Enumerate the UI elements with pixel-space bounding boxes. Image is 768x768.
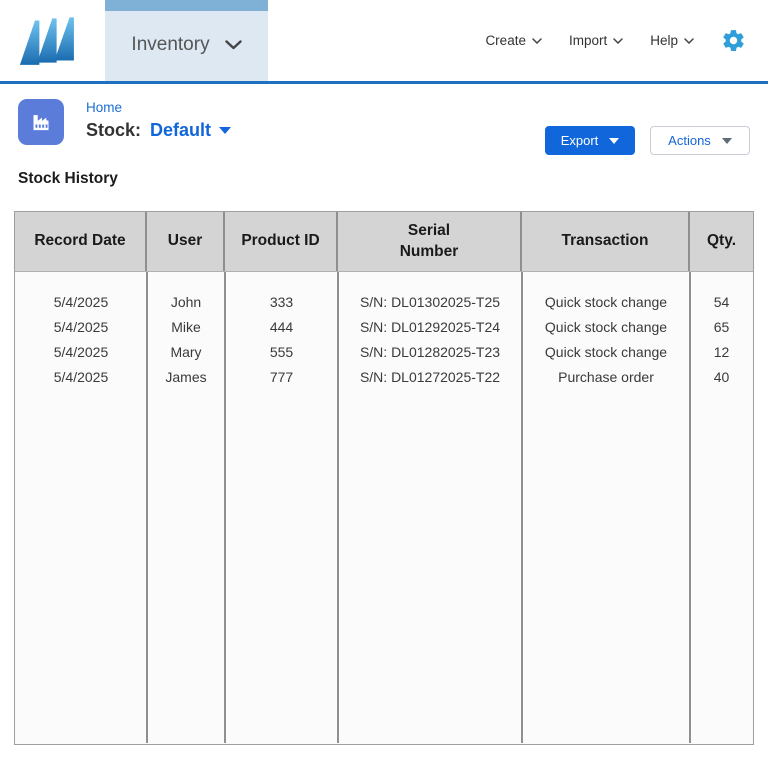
- page-title: Stock History: [18, 170, 118, 187]
- table-row[interactable]: 5/4/2025 John 333 S/N: DL01302025-T25 Qu…: [15, 289, 753, 314]
- cell-transaction: Quick stock change: [544, 293, 668, 310]
- tab-inventory[interactable]: Inventory: [105, 0, 268, 81]
- cell-record-date: 5/4/2025: [53, 368, 109, 385]
- cell-transaction: Purchase order: [558, 368, 654, 385]
- menu-import[interactable]: Import: [569, 33, 623, 48]
- toolbar-buttons: Export Actions: [545, 126, 750, 155]
- menu-help-label: Help: [650, 33, 678, 48]
- cell-record-date: 5/4/2025: [53, 318, 109, 335]
- cell-record-date: 5/4/2025: [53, 293, 109, 310]
- table-row[interactable]: 5/4/2025 Mary 555 S/N: DL01282025-T23 Qu…: [15, 339, 753, 364]
- table-header-row: Record Date User Product ID Serial Numbe…: [15, 212, 753, 272]
- cell-user: Mary: [170, 343, 202, 360]
- chevron-down-icon: [532, 37, 542, 44]
- tab-active-indicator: [105, 0, 268, 11]
- table-row[interactable]: 5/4/2025 Mike 444 S/N: DL01292025-T24 Qu…: [15, 314, 753, 339]
- menu-import-label: Import: [568, 33, 608, 48]
- cell-user: James: [165, 368, 207, 385]
- chevron-down-icon: [684, 37, 694, 44]
- cell-serial-number: S/N: DL01282025-T23: [359, 343, 501, 360]
- cell-serial-number: S/N: DL01302025-T25: [359, 293, 501, 310]
- cell-record-date: 5/4/2025: [53, 343, 109, 360]
- column-header-serial-number[interactable]: Serial Number: [338, 212, 522, 271]
- table-body: 5/4/2025 John 333 S/N: DL01302025-T25 Qu…: [15, 272, 753, 743]
- stock-history-table: Record Date User Product ID Serial Numbe…: [14, 211, 754, 745]
- stock-value-label: Default: [150, 120, 212, 140]
- export-button[interactable]: Export: [545, 126, 635, 155]
- actions-button-label: Actions: [668, 133, 711, 148]
- cell-transaction: Quick stock change: [544, 343, 668, 360]
- top-navigation-bar: Inventory Create Import Help: [0, 0, 768, 81]
- cell-serial-number: S/N: DL01272025-T22: [359, 368, 501, 385]
- breadcrumb-home-link[interactable]: Home: [86, 100, 122, 115]
- cell-product-id: 444: [269, 318, 294, 335]
- dropdown-triangle-icon: [721, 137, 732, 144]
- dropdown-triangle-icon: [609, 137, 620, 144]
- cell-qty: 40: [713, 368, 730, 385]
- factory-icon: [18, 99, 64, 145]
- cell-product-id: 555: [269, 343, 294, 360]
- column-divider: [224, 272, 226, 743]
- column-divider: [689, 272, 691, 743]
- cell-transaction: Quick stock change: [544, 318, 668, 335]
- nav-menu-group: Create Import Help: [485, 0, 746, 81]
- breadcrumb-text: Home Stock: Default: [86, 99, 232, 145]
- brand-logo-icon[interactable]: [17, 13, 79, 72]
- settings-gear-icon[interactable]: [721, 28, 746, 53]
- cell-user: John: [170, 293, 202, 310]
- cell-user: Mike: [171, 318, 201, 335]
- column-header-user[interactable]: User: [147, 212, 225, 271]
- column-header-product-id[interactable]: Product ID: [225, 212, 338, 271]
- chevron-down-icon: [224, 27, 242, 55]
- menu-help[interactable]: Help: [650, 33, 694, 48]
- header-divider: [0, 81, 768, 84]
- cell-qty: 54: [713, 293, 730, 310]
- cell-serial-number: S/N: DL01292025-T24: [359, 318, 501, 335]
- table-row[interactable]: 5/4/2025 James 777 S/N: DL01272025-T22 P…: [15, 364, 753, 389]
- column-header-transaction[interactable]: Transaction: [522, 212, 690, 271]
- export-button-label: Export: [560, 133, 599, 148]
- column-divider: [521, 272, 523, 743]
- cell-product-id: 333: [269, 293, 294, 310]
- tab-inventory-label: Inventory: [131, 33, 210, 55]
- actions-button[interactable]: Actions: [650, 126, 750, 155]
- stock-label: Stock:: [86, 120, 142, 140]
- dropdown-triangle-icon: [219, 127, 232, 134]
- menu-create[interactable]: Create: [485, 33, 542, 48]
- cell-qty: 12: [713, 343, 730, 360]
- column-divider: [146, 272, 148, 743]
- cell-qty: 65: [713, 318, 730, 335]
- main-content: Home Stock: Default Export Actions Stock…: [0, 99, 768, 745]
- stock-value-dropdown[interactable]: Default: [150, 120, 232, 141]
- stock-selector-row: Stock: Default: [86, 120, 232, 141]
- chevron-down-icon: [613, 37, 623, 44]
- column-divider: [337, 272, 339, 743]
- menu-create-label: Create: [485, 33, 526, 48]
- cell-product-id: 777: [269, 368, 294, 385]
- column-header-record-date[interactable]: Record Date: [15, 212, 147, 271]
- column-header-qty[interactable]: Qty.: [690, 212, 753, 271]
